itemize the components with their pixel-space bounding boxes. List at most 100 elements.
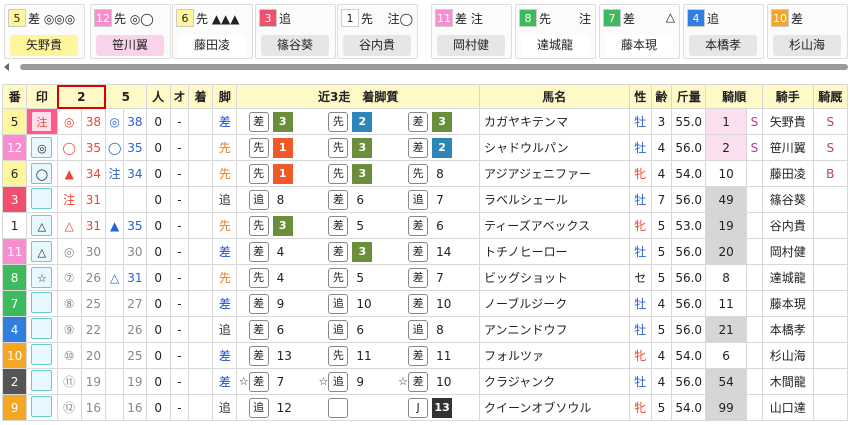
jockey-name[interactable]: 木間龍 bbox=[761, 368, 814, 395]
jockey-name[interactable]: 笹川翼 bbox=[761, 134, 814, 161]
horse-name[interactable]: ビッグショット bbox=[479, 264, 630, 291]
col-5[interactable]: 5 bbox=[105, 84, 147, 109]
horse-name[interactable]: アンニンドウフ bbox=[479, 316, 630, 343]
col-kinryo[interactable]: 斤量 bbox=[671, 84, 707, 109]
shirushi-cell[interactable] bbox=[26, 368, 58, 395]
shirushi-select[interactable]: ◎ bbox=[31, 137, 53, 158]
col-kyaku[interactable]: 脚 bbox=[212, 84, 238, 109]
horse-card[interactable]: 10 差杉山海 bbox=[767, 4, 848, 59]
value-2: 31 bbox=[80, 186, 107, 213]
shirushi-select[interactable]: ◯ bbox=[31, 163, 53, 184]
jockey-name[interactable]: 岡村健 bbox=[761, 238, 814, 265]
shirushi-cell[interactable]: △ bbox=[26, 212, 58, 239]
shirushi-select[interactable]: ☆ bbox=[31, 267, 53, 288]
horse-card[interactable]: 12 先 ◎◯ 笹川翼 bbox=[90, 4, 171, 59]
shirushi-cell[interactable]: ☆ bbox=[26, 264, 58, 291]
horse-name[interactable]: シャドウルパン bbox=[479, 134, 630, 161]
table-row[interactable]: 5 注 ◎ 38 ◎ 38 0- 差差 3 先 2 差 3 カガヤキテンマ牡 3 55.0 1 S 矢野貴 S bbox=[1, 108, 849, 135]
scroll-left-icon[interactable] bbox=[4, 63, 9, 71]
table-row[interactable]: 9 ⑫ 16 16 0- 追追 12 J 13 クイーンオブソウル牝 5 54.0 99 山口達 bbox=[1, 394, 849, 421]
col-2[interactable]: 2 bbox=[56, 84, 107, 109]
shirushi-select[interactable] bbox=[31, 369, 53, 391]
jockey-name[interactable]: 矢野貴 bbox=[761, 108, 814, 135]
shirushi-cell[interactable]: ◯ bbox=[26, 160, 58, 187]
col-rei[interactable]: 齢 bbox=[650, 84, 673, 109]
horse-card[interactable]: 5差 ◎◎◎ 矢野貴 bbox=[4, 4, 85, 59]
horse-name[interactable]: ラベルシェール bbox=[479, 186, 630, 213]
horse-card[interactable]: 1 先注◯ 谷内貴 bbox=[337, 4, 418, 59]
horse-card[interactable]: 6先 ▲▲▲ 藤田凌 bbox=[172, 4, 253, 59]
shirushi-select[interactable] bbox=[31, 317, 53, 339]
col-sei[interactable]: 性 bbox=[628, 84, 652, 109]
scrollbar-thumb[interactable] bbox=[20, 64, 848, 70]
col-kinsou[interactable]: 近3走 着脚質 bbox=[236, 84, 481, 109]
jockey-name[interactable]: 篠谷葵 bbox=[761, 186, 814, 213]
mark-2: ◎ bbox=[56, 108, 82, 135]
shirushi-cell[interactable] bbox=[26, 316, 58, 343]
jockey-name[interactable]: 本橋孝 bbox=[761, 316, 814, 343]
col-ban[interactable]: 番 bbox=[1, 84, 28, 109]
table-row[interactable]: 11 △ ◎ 30 30 0- 差差 4 差 3 差 14 トチノヒーロー牡 5 56.0 20 岡村健 bbox=[1, 238, 849, 265]
table-row[interactable]: 6 ◯ ▲ 34 注 34 0- 先先 1 先 3 先 8 アジアジェニファー牝 4 54.0 10 藤田凌 B bbox=[1, 160, 849, 187]
shirushi-cell[interactable] bbox=[26, 186, 58, 213]
col-kiyu[interactable]: 騎厩 bbox=[812, 84, 849, 109]
col-o[interactable]: オ bbox=[169, 84, 189, 109]
shirushi-select[interactable]: △ bbox=[31, 241, 53, 262]
table-row[interactable]: 1 △ △ 31 ▲ 35 0- 先先 3 差 5 差 6 ティーズアベックス牝 5 53.0 19 谷内貴 bbox=[1, 212, 849, 239]
col-kijun[interactable]: 騎順 bbox=[705, 84, 763, 109]
table-row[interactable]: 3 注 31 0- 追追 8 差 6 追 7 ラベルシェール牡 7 56.0 49 篠谷葵 bbox=[1, 186, 849, 213]
jockey-name[interactable]: 谷内貴 bbox=[761, 212, 814, 239]
horizontal-scrollbar[interactable] bbox=[0, 62, 850, 72]
jockey-name[interactable]: 藤本現 bbox=[761, 290, 814, 317]
sex: 牝 bbox=[628, 212, 652, 239]
horse-card[interactable]: 8 先 注達城龍 bbox=[515, 4, 596, 59]
horse-name[interactable]: ティーズアベックス bbox=[479, 212, 630, 239]
table-row[interactable]: 8 ☆ ⑦ 26 △ 31 0- 先先 4 先 5 差 7 ビッグショットセ 5 56.0 8 達城龍 bbox=[1, 264, 849, 291]
horse-name[interactable]: アジアジェニファー bbox=[479, 160, 630, 187]
shirushi-cell[interactable] bbox=[26, 290, 58, 317]
shirushi-cell[interactable]: △ bbox=[26, 238, 58, 265]
jockey-name[interactable]: 杉山海 bbox=[761, 342, 814, 369]
horse-card[interactable]: 11 差 注岡村健 bbox=[431, 4, 512, 59]
shirushi-select[interactable]: 注 bbox=[31, 111, 53, 132]
table-row[interactable]: 12 ◎ ◯ 35 ◯ 35 0- 先先 1 先 3 差 2 シャドウルパン牡 4 56.0 2 S 笹川翼 S bbox=[1, 134, 849, 161]
table-row[interactable]: 7 ⑧ 25 27 0- 差差 9 追 10 差 10 ノーブルジーク牡 4 56.0 11 藤本現 bbox=[1, 290, 849, 317]
card-right-mark: 注 bbox=[578, 12, 591, 26]
table-row[interactable]: 2 ⑪ 19 19 0- 差 ☆ 差 7 ☆ 追 9 ☆ 差 10 クラジャンク牡 4 56.0 54 木間龍 bbox=[1, 368, 849, 395]
shirushi-select[interactable] bbox=[31, 343, 53, 365]
horse-card[interactable]: 4 追本橋孝 bbox=[683, 4, 764, 59]
shirushi-select[interactable] bbox=[31, 187, 53, 209]
jockey-name[interactable]: 藤田凌 bbox=[761, 160, 814, 187]
col-kishu[interactable]: 騎手 bbox=[761, 84, 814, 109]
shirushi-select[interactable]: △ bbox=[31, 215, 53, 236]
shirushi-cell[interactable] bbox=[26, 342, 58, 369]
horse-name[interactable]: ノーブルジーク bbox=[479, 290, 630, 317]
shirushi-cell[interactable]: 注 bbox=[26, 108, 58, 135]
race-kyaku-box: 差 bbox=[408, 267, 429, 288]
horse-card[interactable]: 7 差 △ 藤本現 bbox=[599, 4, 680, 59]
horse-name[interactable]: カガヤキテンマ bbox=[479, 108, 630, 135]
jockey-name[interactable]: 達城龍 bbox=[761, 264, 814, 291]
value-2: 35 bbox=[80, 134, 107, 161]
jockey-name[interactable]: 山口達 bbox=[761, 394, 814, 421]
horse-card[interactable]: 3 追篠谷葵 bbox=[255, 4, 336, 59]
shirushi-select[interactable] bbox=[31, 291, 53, 313]
shirushi-select[interactable] bbox=[31, 395, 53, 417]
col-shirushi[interactable]: 印 bbox=[26, 84, 58, 109]
horse-name[interactable]: トチノヒーロー bbox=[479, 238, 630, 265]
table-row[interactable]: 4 ⑨ 22 26 0- 追差 6 追 6 追 8 アンニンドウフ牡 5 56.0 21 本橋孝 bbox=[1, 316, 849, 343]
shirushi-cell[interactable]: ◎ bbox=[26, 134, 58, 161]
race-cell bbox=[318, 397, 398, 418]
col-chaku[interactable]: 着 bbox=[187, 84, 214, 109]
horse-name[interactable]: フォルツァ bbox=[479, 342, 630, 369]
sex: 牡 bbox=[628, 238, 652, 265]
col-ninki[interactable]: 人 bbox=[145, 84, 171, 109]
col-bamei[interactable]: 馬名 bbox=[479, 84, 630, 109]
table-row[interactable]: 10 ⑩ 20 25 0- 差差 13 先 11 差 11 フォルツァ牝 4 54.0 6 杉山海 bbox=[1, 342, 849, 369]
jockey-stable: S bbox=[812, 108, 849, 135]
race-kyaku-box: 先 bbox=[328, 163, 349, 184]
horse-name[interactable]: クラジャンク bbox=[479, 368, 630, 395]
mark-5: 注 bbox=[105, 160, 125, 187]
horse-name[interactable]: クイーンオブソウル bbox=[479, 394, 630, 421]
shirushi-cell[interactable] bbox=[26, 394, 58, 421]
